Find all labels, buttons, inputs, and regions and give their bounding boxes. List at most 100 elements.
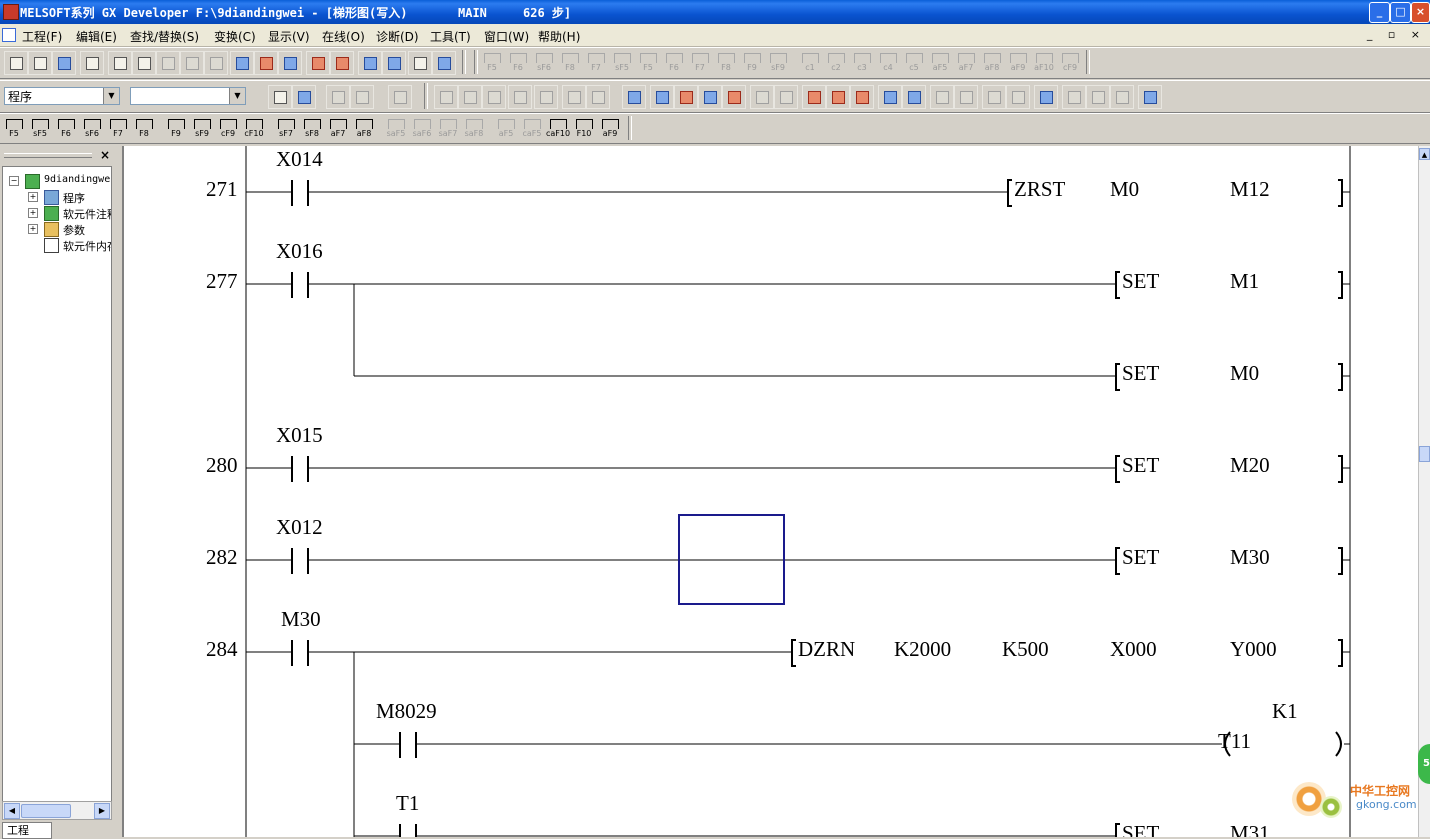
f8-sfc-button[interactable]: F8 [714,50,738,74]
cut-icon[interactable] [108,51,132,75]
saf6-button[interactable]: saF6 [410,116,434,140]
parallel-closed-contact-button[interactable]: sF6 [80,116,104,140]
rising-edge-button[interactable]: sF7 [274,116,298,140]
ladder-monitor-icon[interactable] [650,85,674,109]
monitor-start-icon[interactable] [674,85,698,109]
error-check-icon[interactable] [482,85,506,109]
menu-window[interactable]: 窗口(W) [484,28,529,45]
list-view-icon[interactable] [350,85,374,109]
af5-row3-button[interactable]: aF5 [494,116,518,140]
af10-button[interactable]: aF10 [1032,50,1056,74]
scroll-thumb[interactable] [21,804,71,818]
monitor-icon[interactable] [358,51,382,75]
draw-line-button[interactable]: F10 [572,116,596,140]
search-icon[interactable] [1034,85,1058,109]
collapse-icon[interactable]: − [9,176,19,186]
cf9-button[interactable]: cF9 [1058,50,1082,74]
closed-contact-button[interactable]: F6 [54,116,78,140]
chevron-down-icon[interactable]: ▼ [103,88,119,104]
menu-convert[interactable]: 变换(C) [214,28,256,45]
menu-edit[interactable]: 编辑(E) [76,28,117,45]
f5-sfc-button[interactable]: F5 [636,50,660,74]
chevron-down-icon[interactable]: ▼ [229,88,245,104]
sfc-icon[interactable] [930,85,954,109]
open-contact-button[interactable]: F5 [2,116,26,140]
program-select[interactable]: 程序 ▼ [4,87,120,105]
transfer-setup-icon[interactable] [622,85,646,109]
f6-sfc-button[interactable]: F6 [662,50,686,74]
scroll-up-icon[interactable]: ▲ [1419,148,1430,160]
delete-horizontal-line-button[interactable]: cF9 [216,116,240,140]
sort-icon[interactable] [586,85,610,109]
window-icon[interactable] [1138,85,1162,109]
insert-row-icon[interactable] [1062,85,1086,109]
remote-stop-icon[interactable] [826,85,850,109]
menu-project[interactable]: 工程(F) [22,28,62,45]
scroll-left-icon[interactable]: ◀ [4,803,20,819]
program-list-icon[interactable] [268,85,292,109]
saf5-button[interactable]: saF5 [384,116,408,140]
sampling-icon[interactable] [774,85,798,109]
menu-find-replace[interactable]: 查找/替换(S) [130,28,199,45]
ladder-editor[interactable]: 271 X014 ZRST M0 M12 277 X016 SET M1 SET… [122,146,1420,837]
trace-icon[interactable] [750,85,774,109]
parallel-rising-edge-button[interactable]: aF7 [326,116,350,140]
print-icon[interactable] [80,51,104,75]
scroll-right-icon[interactable]: ▶ [94,803,110,819]
delete-vertical-line-button[interactable]: cF10 [242,116,266,140]
delete-line-button[interactable]: aF9 [598,116,622,140]
tree-item-program[interactable]: + 程序 [3,189,111,205]
find-device-icon[interactable] [230,51,254,75]
tree-item-device-memory[interactable]: 软元件内存 [3,237,111,253]
parallel-open-contact-button[interactable]: sF5 [28,116,52,140]
read-mode-icon[interactable] [434,85,458,109]
minimize-button[interactable]: _ [1369,2,1390,23]
horizontal-line-button[interactable]: F9 [164,116,188,140]
expand-icon[interactable]: + [28,192,38,202]
c1-button[interactable]: c1 [798,50,822,74]
falling-edge-button[interactable]: sF8 [300,116,324,140]
f7-button[interactable]: F7 [584,50,608,74]
ladder-vertical-scrollbar[interactable]: ▲ [1418,146,1430,837]
comment-icon[interactable] [388,85,412,109]
expand-icon[interactable]: + [28,208,38,218]
undo-icon[interactable] [180,51,204,75]
read-plc-icon[interactable] [330,51,354,75]
menu-help[interactable]: 帮助(H) [538,28,580,45]
c5-button[interactable]: c5 [902,50,926,74]
tree-item-device-comment[interactable]: + 软元件注释 [3,205,111,221]
caf5-button[interactable]: caF5 [520,116,544,140]
network-diagnostics-icon[interactable] [902,85,926,109]
f9-sfc-button[interactable]: F9 [740,50,764,74]
c2-button[interactable]: c2 [824,50,848,74]
redo-icon[interactable] [204,51,228,75]
af7-button[interactable]: aF7 [954,50,978,74]
tree-root[interactable]: − 9diandingwei [3,173,111,189]
find-instruction-icon[interactable] [254,51,278,75]
parameter-icon[interactable] [292,85,316,109]
sf6-button[interactable]: sF6 [532,50,556,74]
device-test-icon[interactable] [722,85,746,109]
panel-grip[interactable] [4,153,92,158]
delete-row-icon[interactable] [1086,85,1110,109]
f5-open-contact-button[interactable]: F5 [480,50,504,74]
save-icon[interactable] [52,51,76,75]
af5-button[interactable]: aF5 [928,50,952,74]
block-icon[interactable] [534,85,558,109]
af9-button[interactable]: aF9 [1006,50,1030,74]
maximize-button[interactable]: □ [1390,2,1411,23]
c3-button[interactable]: c3 [850,50,874,74]
c4-button[interactable]: c4 [876,50,900,74]
mdi-window-controls[interactable]: _ ▫ × [1367,28,1426,41]
entry-monitor-icon[interactable] [432,51,456,75]
f6-closed-contact-button[interactable]: F6 [506,50,530,74]
parallel-falling-edge-button[interactable]: aF8 [352,116,376,140]
close-icon[interactable]: × [100,148,110,162]
new-file-icon[interactable] [4,51,28,75]
zoom-in-icon[interactable] [1006,85,1030,109]
sf5-button[interactable]: sF5 [610,50,634,74]
write-plc-icon[interactable] [306,51,330,75]
vertical-line-button[interactable]: sF9 [190,116,214,140]
saf8-button[interactable]: saF8 [462,116,486,140]
menu-diagnostics[interactable]: 诊断(D) [376,28,419,45]
